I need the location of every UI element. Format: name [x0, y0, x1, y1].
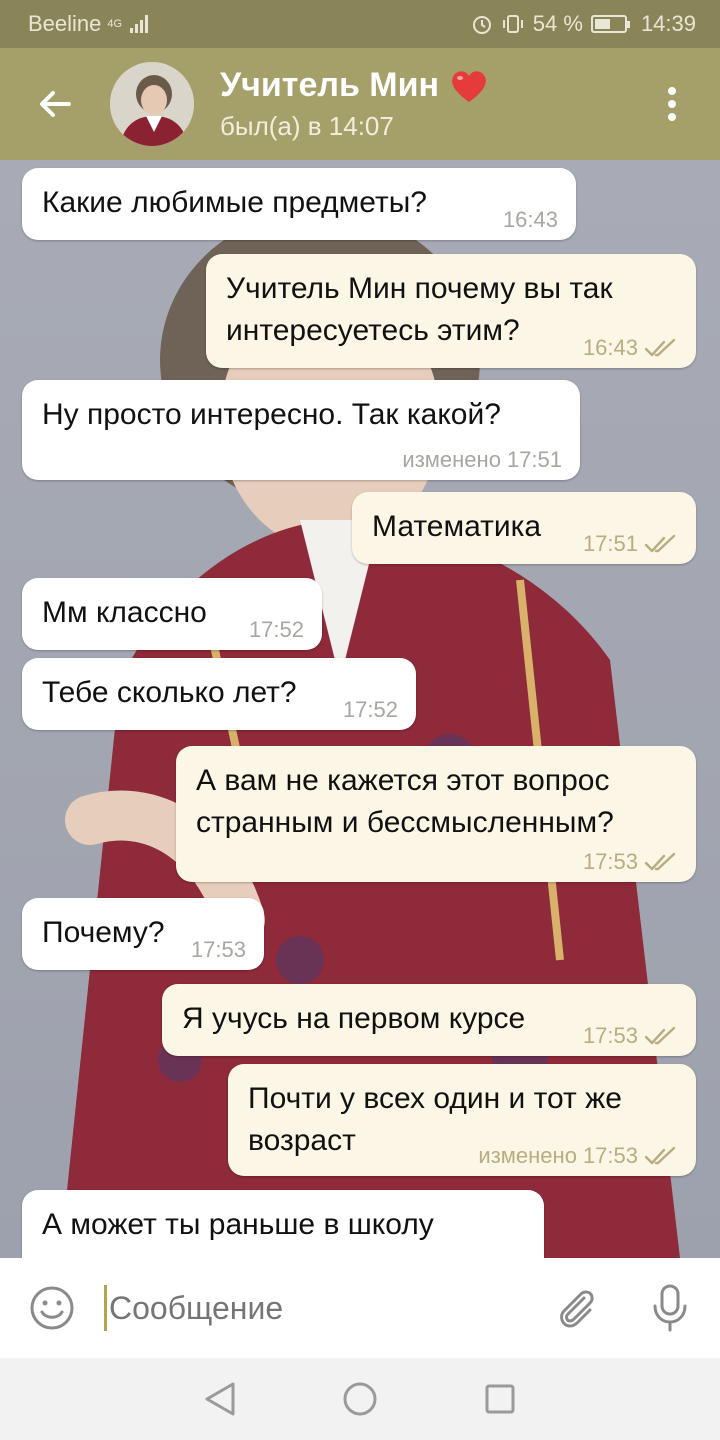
status-right: 54 % 14:39	[471, 11, 696, 37]
outgoing-message[interactable]: Математика 17:51	[352, 492, 696, 564]
double-check-icon	[644, 1146, 676, 1165]
message-meta: 17:53	[583, 1024, 678, 1048]
message-time: 17:52	[342, 697, 398, 722]
arrow-left-icon	[40, 91, 71, 117]
message-meta: 16:43	[503, 208, 558, 232]
battery-percent: 54 %	[532, 11, 583, 36]
message-time: 17:53	[582, 1143, 638, 1168]
edited-label: изменено	[402, 447, 501, 472]
nav-recents-button[interactable]	[470, 1369, 530, 1429]
message-time: 16:43	[502, 207, 558, 232]
voice-button[interactable]	[620, 1283, 720, 1333]
emoji-button[interactable]	[0, 1284, 104, 1332]
signal-icon	[130, 15, 149, 33]
battery-icon	[590, 15, 630, 33]
outgoing-message[interactable]: Я учусь на первом курсе 17:53	[162, 984, 696, 1056]
chat-title: Учитель Мин	[220, 66, 440, 104]
incoming-message[interactable]: Тебе сколько лет? 17:52	[22, 658, 416, 730]
nav-home-button[interactable]	[330, 1369, 390, 1429]
circle-home-icon	[343, 1382, 377, 1416]
message-text: А может ты раньше в школу	[42, 1208, 434, 1241]
message-time: 17:53	[582, 849, 638, 874]
incoming-message[interactable]: Ну просто интересно. Так какой? изменено 1…	[22, 380, 580, 480]
message-time: 17:51	[506, 447, 562, 472]
message-meta: 17:52	[343, 698, 398, 722]
message-time: 17:51	[582, 531, 638, 556]
carrier-name: Beeline	[28, 11, 102, 36]
network-type: 4G	[107, 18, 123, 30]
carrier-group: Beeline 4G	[28, 11, 471, 37]
back-button[interactable]	[0, 48, 110, 160]
outgoing-message[interactable]: А вам не кажется этот вопрос странным и …	[176, 746, 696, 882]
vibrate-icon	[502, 15, 523, 33]
chat-area[interactable]: Какие любимые предметы? 16:43 Учитель Мин …	[0, 160, 720, 1258]
incoming-message[interactable]: Почему? 17:53	[22, 898, 264, 970]
message-text: А вам не кажется этот вопрос странным и …	[196, 764, 614, 839]
nav-back-button[interactable]	[190, 1369, 250, 1429]
double-check-icon	[644, 534, 676, 553]
microphone-icon	[653, 1284, 687, 1332]
status-bar: Beeline 4G 54 % 14:39	[0, 0, 720, 48]
paperclip-icon	[560, 1290, 594, 1328]
outgoing-message[interactable]: Учитель Мин почему вы так интересуетесь …	[206, 254, 696, 368]
avatar[interactable]	[110, 62, 194, 146]
smiley-icon	[30, 1286, 74, 1330]
avatar-image	[110, 62, 194, 146]
message-text: Ну просто интересно. Так какой?	[42, 398, 501, 431]
incoming-message[interactable]: Мм классно 17:52	[22, 578, 322, 650]
message-meta: 17:53	[583, 850, 678, 874]
message-meta: изменено 17:51	[402, 448, 562, 472]
attach-button[interactable]	[532, 1286, 620, 1330]
incoming-message[interactable]: А может ты раньше в школу	[22, 1190, 544, 1258]
composer	[0, 1258, 720, 1358]
message-text: Какие любимые предметы?	[42, 186, 427, 219]
message-meta: 17:53	[191, 938, 246, 962]
double-check-icon	[644, 1026, 676, 1045]
triangle-back-icon	[205, 1382, 235, 1416]
message-meta: 16:43	[583, 336, 678, 360]
message-input[interactable]	[107, 1289, 532, 1327]
square-recents-icon	[485, 1384, 515, 1414]
more-menu-button[interactable]	[624, 48, 720, 160]
heart-emoji-icon	[452, 70, 486, 102]
message-time: 16:43	[582, 335, 638, 360]
clock: 14:39	[640, 11, 696, 36]
message-time: 17:52	[248, 617, 304, 642]
last-seen: был(а) в 14:07	[220, 111, 394, 141]
message-meta: 17:51	[583, 532, 678, 556]
more-vert-icon	[668, 87, 676, 121]
system-nav-bar	[0, 1358, 720, 1440]
double-check-icon	[644, 852, 676, 871]
title-row: Учитель Мин	[220, 66, 624, 105]
message-time: 17:53	[190, 937, 246, 962]
outgoing-message[interactable]: Почти у всех один и тот же возраст измене…	[228, 1064, 696, 1176]
incoming-message[interactable]: Какие любимые предметы? 16:43	[22, 168, 576, 240]
double-check-icon	[644, 338, 676, 357]
chat-header: Учитель Мин был(а) в 14:07	[0, 48, 720, 160]
chat-title-block[interactable]: Учитель Мин был(а) в 14:07	[220, 66, 624, 142]
message-time: 17:53	[582, 1023, 638, 1048]
alarm-icon	[472, 16, 491, 34]
message-meta: изменено 17:53	[478, 1144, 678, 1168]
message-meta: 17:52	[249, 618, 304, 642]
edited-label: изменено	[478, 1143, 577, 1168]
